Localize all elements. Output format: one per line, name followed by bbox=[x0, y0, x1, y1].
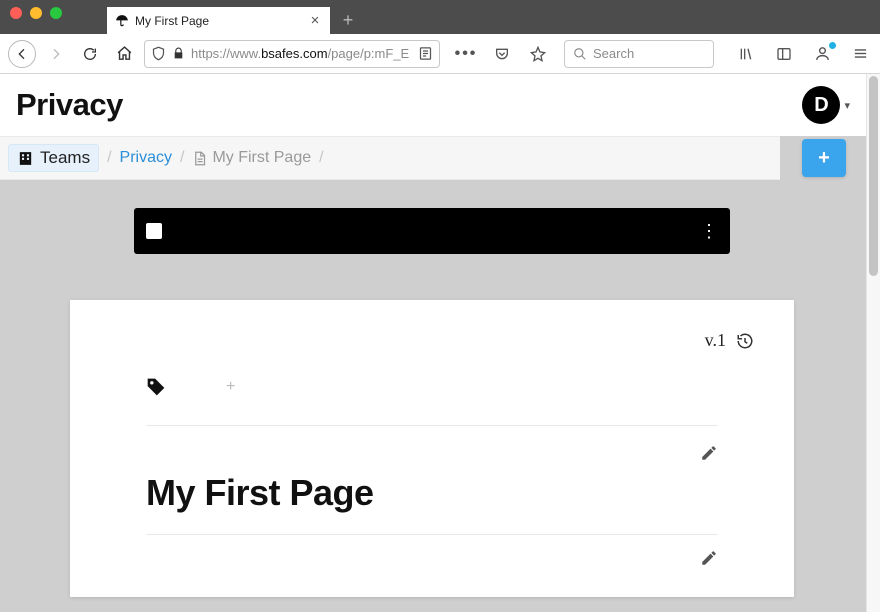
file-icon bbox=[192, 151, 207, 166]
chevron-down-icon: ▾ bbox=[844, 99, 850, 112]
page-title: My First Page bbox=[110, 462, 754, 534]
search-icon bbox=[573, 47, 587, 61]
history-icon[interactable] bbox=[736, 332, 754, 350]
umbrella-icon bbox=[115, 14, 129, 28]
close-window-button[interactable] bbox=[10, 7, 22, 19]
forward-button[interactable] bbox=[42, 40, 70, 68]
page-viewport: Privacy D ▾ Teams / Privacy / My First P… bbox=[0, 74, 880, 612]
search-placeholder: Search bbox=[593, 46, 634, 61]
user-menu[interactable]: D ▾ bbox=[802, 86, 850, 124]
add-button[interactable]: + bbox=[802, 139, 846, 177]
vertical-scrollbar[interactable] bbox=[866, 74, 880, 612]
url-prefix: https://www. bbox=[191, 46, 261, 61]
back-button[interactable] bbox=[8, 40, 36, 68]
home-button[interactable] bbox=[110, 40, 138, 68]
new-tab-button[interactable]: + bbox=[334, 7, 362, 34]
pocket-icon[interactable] bbox=[490, 42, 514, 66]
breadcrumb-separator: / bbox=[180, 149, 184, 167]
plus-icon: + bbox=[818, 147, 830, 170]
breadcrumb-current: My First Page bbox=[192, 149, 311, 167]
sidebar-icon[interactable] bbox=[772, 42, 796, 66]
url-domain: bsafes.com bbox=[261, 46, 327, 61]
add-tag-button[interactable]: + bbox=[226, 378, 235, 396]
hamburger-menu-icon[interactable] bbox=[848, 42, 872, 66]
toolbar-right bbox=[734, 42, 872, 66]
breadcrumb-separator: / bbox=[107, 149, 111, 167]
scrollbar-thumb[interactable] bbox=[869, 76, 878, 276]
app-header: Privacy D ▾ bbox=[0, 74, 866, 136]
page-card: v.1 + My First Page bbox=[70, 300, 794, 597]
tag-icon[interactable] bbox=[146, 377, 166, 397]
pencil-icon[interactable] bbox=[700, 444, 718, 462]
account-icon[interactable] bbox=[810, 42, 834, 66]
maximize-window-button[interactable] bbox=[50, 7, 62, 19]
kebab-menu-icon[interactable]: ⋮ bbox=[700, 221, 718, 242]
building-icon bbox=[17, 150, 34, 167]
url-bar[interactable]: https://www.bsafes.com/page/p:mF_E bbox=[144, 40, 440, 68]
browser-tabstrip: My First Page × + bbox=[0, 6, 880, 34]
mac-titlebar bbox=[0, 0, 880, 6]
pencil-icon[interactable] bbox=[700, 549, 718, 567]
tag-row: + bbox=[110, 377, 754, 397]
tab-title: My First Page bbox=[135, 14, 302, 28]
checkbox-icon[interactable] bbox=[146, 223, 162, 239]
breadcrumb-teams[interactable]: Teams bbox=[8, 144, 99, 172]
avatar: D bbox=[802, 86, 840, 124]
breadcrumb-teams-label: Teams bbox=[40, 148, 90, 168]
edit-title-row bbox=[110, 426, 754, 462]
browser-toolbar: https://www.bsafes.com/page/p:mF_E ••• S… bbox=[0, 34, 880, 74]
breadcrumb-row: Teams / Privacy / My First Page / + bbox=[0, 136, 866, 180]
edit-body-row bbox=[110, 535, 754, 567]
breadcrumb-separator: / bbox=[319, 149, 323, 167]
browser-tab[interactable]: My First Page × bbox=[107, 7, 330, 34]
star-icon[interactable] bbox=[526, 42, 550, 66]
reload-button[interactable] bbox=[76, 40, 104, 68]
reader-mode-icon[interactable] bbox=[418, 46, 433, 61]
lock-icon bbox=[172, 47, 185, 60]
urlbar-actions: ••• bbox=[454, 42, 550, 66]
page-toolbar: ⋮ bbox=[134, 208, 730, 254]
version-label: v.1 bbox=[705, 330, 726, 351]
breadcrumb-privacy[interactable]: Privacy bbox=[120, 149, 172, 167]
version-row: v.1 bbox=[110, 330, 754, 351]
breadcrumb: Teams / Privacy / My First Page / bbox=[0, 136, 780, 180]
shield-icon bbox=[151, 46, 166, 61]
close-tab-icon[interactable]: × bbox=[308, 14, 322, 28]
more-icon[interactable]: ••• bbox=[454, 42, 478, 66]
minimize-window-button[interactable] bbox=[30, 7, 42, 19]
app-title: Privacy bbox=[16, 87, 123, 123]
url-path: /page/p:mF_E bbox=[328, 46, 410, 61]
window-controls bbox=[10, 7, 62, 19]
breadcrumb-current-label: My First Page bbox=[212, 149, 311, 167]
url-text: https://www.bsafes.com/page/p:mF_E bbox=[191, 46, 412, 61]
search-box[interactable]: Search bbox=[564, 40, 714, 68]
library-icon[interactable] bbox=[734, 42, 758, 66]
